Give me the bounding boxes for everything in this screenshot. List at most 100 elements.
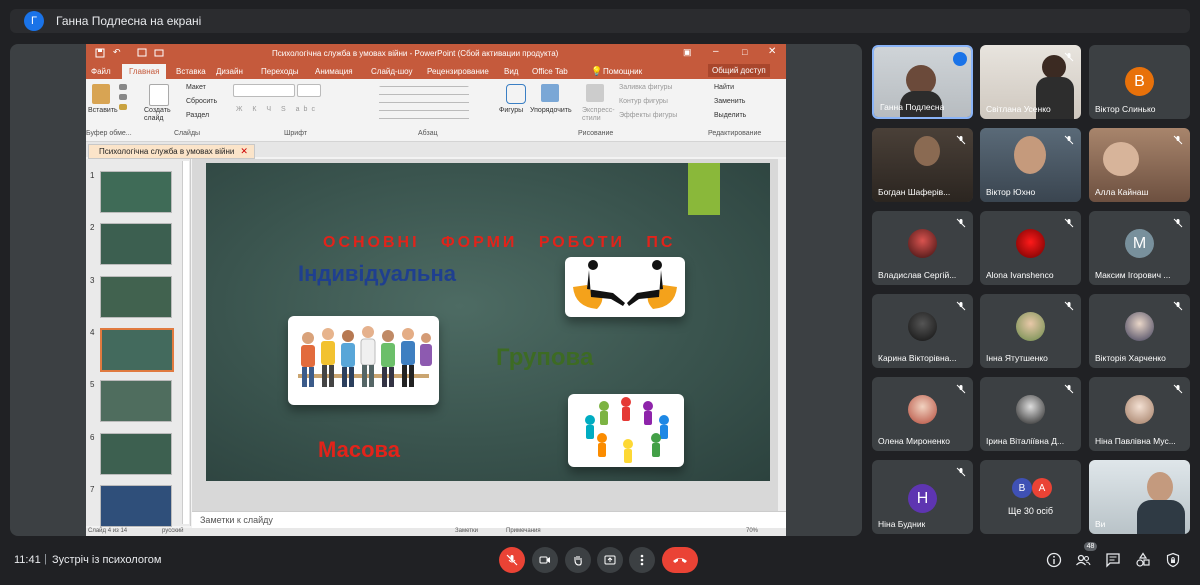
- participant-tile[interactable]: Ірина Віталіївна Д...: [980, 377, 1081, 451]
- more-options-button[interactable]: [629, 547, 655, 573]
- maximize-icon[interactable]: □: [742, 47, 747, 57]
- font-name-input[interactable]: [233, 84, 295, 97]
- tab-insert[interactable]: Вставка: [176, 67, 206, 76]
- notes-button[interactable]: Заметки: [455, 528, 478, 534]
- document-tab[interactable]: Психологічна служба в умовах війни ✕: [88, 144, 255, 159]
- participant-photo: [908, 395, 937, 424]
- paste-label[interactable]: Вставить: [88, 107, 118, 114]
- share-button[interactable]: Общий доступ: [708, 64, 770, 77]
- camera-toggle-button[interactable]: [532, 547, 558, 573]
- open-icon[interactable]: [154, 48, 164, 60]
- participant-tile[interactable]: M Максим Ігорович ...: [1089, 211, 1190, 285]
- more-participants-tile[interactable]: В А Ще 30 осіб: [980, 460, 1081, 534]
- font-size-input[interactable]: [297, 84, 321, 97]
- shapes-icon[interactable]: [506, 84, 526, 104]
- participant-tile[interactable]: Alona Ivanshenco: [980, 211, 1081, 285]
- present-screen-button[interactable]: [597, 547, 623, 573]
- shape-fill-button[interactable]: Заливка фигуры: [619, 84, 672, 91]
- thumbnail-number: 5: [90, 380, 95, 389]
- paragraph-buttons[interactable]: [379, 86, 469, 122]
- quick-styles-icon[interactable]: [586, 84, 604, 102]
- slide-thumbnail-5[interactable]: [100, 380, 172, 422]
- mic-off-icon: [1173, 135, 1183, 145]
- replace-button[interactable]: Заменить: [714, 98, 745, 105]
- slide-thumbnail-7[interactable]: [100, 485, 172, 527]
- group-label: Групова: [496, 344, 594, 371]
- mic-toggle-button[interactable]: [499, 547, 525, 573]
- new-slide-label[interactable]: Создать слайд: [144, 107, 174, 123]
- reset-button[interactable]: Сбросить: [186, 98, 217, 105]
- slide-vertical-scrollbar[interactable]: [778, 159, 786, 511]
- select-button[interactable]: Выделить: [714, 112, 746, 119]
- slideshow-icon[interactable]: [137, 48, 147, 60]
- slide-thumbnail-2[interactable]: [100, 223, 172, 265]
- participant-tile[interactable]: Ганна Подлесна: [872, 45, 973, 119]
- current-slide[interactable]: ОСНОВНІ ФОРМИ РОБОТИ ПС Індивідуальна Гр…: [206, 163, 770, 481]
- participant-tile[interactable]: В Віктор Слинько: [1089, 45, 1190, 119]
- thumbnails-scrollbar[interactable]: [182, 161, 189, 524]
- slide-thumbnail-3[interactable]: [100, 276, 172, 318]
- participant-tile[interactable]: Вікторія Харченко: [1089, 294, 1190, 368]
- undo-icon[interactable]: ↶: [113, 47, 121, 58]
- tab-transitions[interactable]: Переходы: [261, 67, 299, 76]
- ribbon-display-icon[interactable]: ▣: [683, 47, 692, 58]
- zoom-level[interactable]: 70%: [746, 528, 758, 534]
- participant-tile[interactable]: Н Ніна Будник: [872, 460, 973, 534]
- chat-button[interactable]: [1105, 552, 1121, 568]
- arrange-label[interactable]: Упорядочить: [530, 107, 572, 114]
- section-button[interactable]: Раздел: [186, 112, 209, 119]
- meeting-details-button[interactable]: [1046, 552, 1062, 568]
- people-button[interactable]: [1075, 552, 1091, 568]
- participant-tile[interactable]: Ніна Павлівна Мус...: [1089, 377, 1190, 451]
- paste-icon[interactable]: [92, 84, 110, 104]
- tab-file[interactable]: Файл: [91, 67, 111, 76]
- tab-animation[interactable]: Анимация: [315, 67, 353, 76]
- leave-call-button[interactable]: [662, 547, 698, 573]
- new-slide-icon[interactable]: [149, 84, 169, 106]
- video-icon: [539, 556, 550, 564]
- host-controls-button[interactable]: [1165, 552, 1181, 568]
- shape-outline-button[interactable]: Контур фигуры: [619, 98, 668, 105]
- hang-up-icon: [673, 558, 687, 563]
- close-icon[interactable]: ✕: [768, 46, 776, 57]
- copy-icon[interactable]: [119, 94, 127, 100]
- layout-button[interactable]: Макет: [186, 84, 206, 91]
- tab-view[interactable]: Вид: [504, 67, 518, 76]
- participant-tile[interactable]: Світлана Усенко: [980, 45, 1081, 119]
- document-tab-label: Психологічна служба в умовах війни: [99, 147, 235, 156]
- save-icon[interactable]: [95, 48, 105, 60]
- raise-hand-button[interactable]: [565, 547, 591, 573]
- participant-tile[interactable]: Віктор Юхно: [980, 128, 1081, 202]
- language-indicator[interactable]: русский: [162, 528, 184, 534]
- comments-button[interactable]: Примечания: [506, 528, 541, 534]
- tab-slideshow[interactable]: Слайд-шоу: [371, 67, 412, 76]
- participant-tile[interactable]: Богдан Шаферів...: [872, 128, 973, 202]
- quick-styles-label[interactable]: Экспресс-стили: [582, 107, 615, 123]
- participant-tile[interactable]: Інна Ятутшенко: [980, 294, 1081, 368]
- minimize-icon[interactable]: –: [713, 46, 719, 57]
- find-button[interactable]: Найти: [714, 84, 734, 91]
- tab-office[interactable]: Office Tab: [532, 67, 568, 76]
- slide-thumbnail-1[interactable]: [100, 171, 172, 213]
- lightbulb-icon: 💡: [591, 66, 603, 76]
- activities-button[interactable]: [1135, 552, 1151, 568]
- participant-tile[interactable]: Олена Мироненко: [872, 377, 973, 451]
- slide-thumbnail-6[interactable]: [100, 433, 172, 475]
- tab-design[interactable]: Дизайн: [216, 67, 243, 76]
- tab-review[interactable]: Рецензирование: [427, 67, 489, 76]
- format-painter-icon[interactable]: [119, 104, 127, 110]
- slide-thumbnail-4[interactable]: [100, 328, 174, 372]
- tab-close-icon[interactable]: ✕: [240, 146, 248, 157]
- arrange-icon[interactable]: [541, 84, 559, 102]
- shapes-label[interactable]: Фигуры: [499, 107, 523, 114]
- font-style-buttons[interactable]: Ж К Ч S abc: [236, 106, 319, 113]
- participant-tile[interactable]: Алла Кайнаш: [1089, 128, 1190, 202]
- cut-icon[interactable]: [119, 84, 127, 90]
- participant-tile[interactable]: Владислав Сергій...: [872, 211, 973, 285]
- shape-effects-button[interactable]: Эффекты фигуры: [619, 112, 677, 119]
- self-view-tile[interactable]: Ви: [1089, 460, 1190, 534]
- tab-assistant[interactable]: Помощник: [603, 67, 642, 76]
- notes-pane[interactable]: Заметки к слайду: [192, 511, 786, 529]
- ppt-window-title: Психологічна служба в умовах війни - Pow…: [272, 49, 559, 58]
- participant-tile[interactable]: Карина Вікторівна...: [872, 294, 973, 368]
